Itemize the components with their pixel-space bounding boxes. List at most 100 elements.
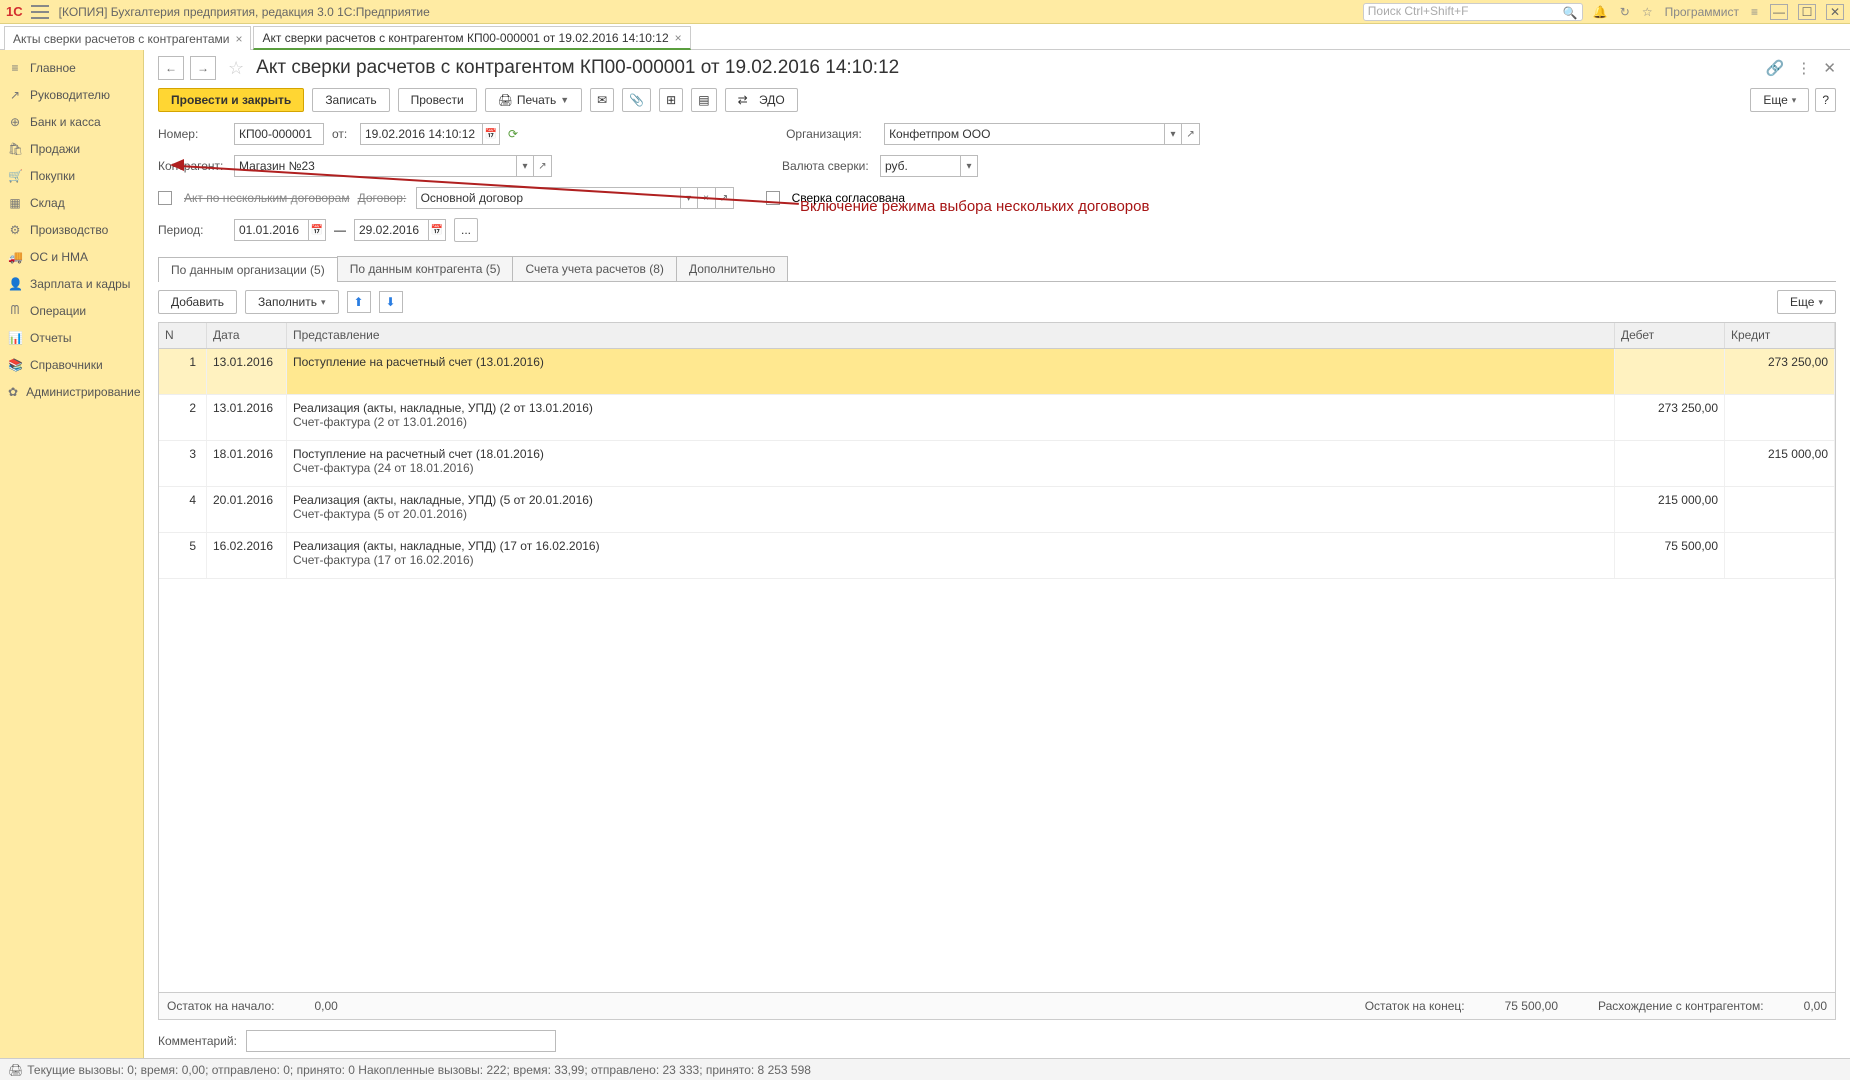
sidebar-item-3[interactable]: 🛍Продажи bbox=[0, 135, 143, 162]
table-row[interactable]: 113.01.2016Поступление на расчетный счет… bbox=[159, 349, 1835, 395]
sidebar-item-0[interactable]: ≡Главное bbox=[0, 54, 143, 81]
period-to-input[interactable] bbox=[354, 219, 428, 241]
add-row-button[interactable]: Добавить bbox=[158, 290, 237, 314]
table-row[interactable]: 318.01.2016Поступление на расчетный счет… bbox=[159, 441, 1835, 487]
post-and-close-button[interactable]: Провести и закрыть bbox=[158, 88, 304, 112]
currency-input[interactable] bbox=[880, 155, 960, 177]
period-to-field[interactable]: 📅 bbox=[354, 219, 446, 241]
print-button[interactable]: 🖨Печать▼ bbox=[485, 88, 582, 112]
counterparty-input[interactable] bbox=[234, 155, 516, 177]
attach-button[interactable]: 📎 bbox=[622, 88, 651, 112]
maximize-button[interactable]: ☐ bbox=[1798, 4, 1816, 20]
subtab-additional[interactable]: Дополнительно bbox=[676, 256, 788, 281]
number-input[interactable] bbox=[234, 123, 324, 145]
move-down-button[interactable]: ⬇ bbox=[379, 291, 403, 313]
multi-contract-checkbox[interactable] bbox=[158, 191, 172, 205]
period-from-input[interactable] bbox=[234, 219, 308, 241]
subtab-org-data[interactable]: По данным организации (5) bbox=[158, 257, 338, 282]
refresh-icon[interactable]: ⟳ bbox=[508, 127, 518, 141]
edo-label: ЭДО bbox=[759, 93, 785, 107]
cell-date: 13.01.2016 bbox=[207, 395, 287, 440]
chevron-down-icon[interactable]: ▾ bbox=[960, 155, 978, 177]
history-icon[interactable]: ↻ bbox=[1620, 5, 1630, 19]
currency-combo[interactable]: ▾ bbox=[880, 155, 978, 177]
org-input[interactable] bbox=[884, 123, 1164, 145]
kebab-icon[interactable]: ⋮ bbox=[1796, 59, 1811, 77]
paperclip-icon: 📎 bbox=[629, 93, 644, 107]
close-icon[interactable]: × bbox=[675, 31, 682, 45]
balance-start-label: Остаток на начало: bbox=[167, 999, 274, 1013]
forward-button[interactable]: → bbox=[190, 56, 216, 80]
sidebar-icon: ✿ bbox=[8, 385, 18, 399]
search-placeholder: Поиск Ctrl+Shift+F bbox=[1368, 4, 1469, 18]
subtab-accounts[interactable]: Счета учета расчетов (8) bbox=[512, 256, 676, 281]
subtab-counterparty-data[interactable]: По данным контрагента (5) bbox=[337, 256, 514, 281]
star-icon[interactable]: ☆ bbox=[1642, 5, 1653, 19]
sidebar-item-9[interactable]: ᗰОперации bbox=[0, 297, 143, 324]
write-button[interactable]: Записать bbox=[312, 88, 389, 112]
period-from-field[interactable]: 📅 bbox=[234, 219, 326, 241]
counterparty-combo[interactable]: ▾ ↗ bbox=[234, 155, 552, 177]
user-label[interactable]: Программист bbox=[1665, 5, 1739, 19]
report-button[interactable]: ▤ bbox=[691, 88, 716, 112]
global-search-input[interactable]: Поиск Ctrl+Shift+F 🔍 bbox=[1363, 3, 1583, 21]
sidebar-item-12[interactable]: ✿Администрирование bbox=[0, 378, 143, 405]
cell-credit bbox=[1725, 395, 1835, 440]
more-button[interactable]: Еще▾ bbox=[1750, 88, 1809, 112]
sidebar-item-10[interactable]: 📊Отчеты bbox=[0, 324, 143, 351]
sidebar-item-5[interactable]: ▦Склад bbox=[0, 189, 143, 216]
table-more-button[interactable]: Еще▾ bbox=[1777, 290, 1836, 314]
edo-button[interactable]: ⇄ ЭДО bbox=[725, 88, 798, 112]
cell-debit: 215 000,00 bbox=[1615, 487, 1725, 532]
envelope-button[interactable]: ✉ bbox=[590, 88, 614, 112]
tab-document[interactable]: Акт сверки расчетов с контрагентом КП00-… bbox=[253, 26, 690, 50]
status-printer-icon[interactable]: 🖨 bbox=[8, 1063, 23, 1077]
chevron-down-icon[interactable]: ▾ bbox=[516, 155, 534, 177]
sidebar-icon: 📚 bbox=[8, 358, 22, 372]
back-button[interactable]: ← bbox=[158, 56, 184, 80]
comment-label: Комментарий: bbox=[158, 1034, 238, 1048]
org-combo[interactable]: ▾ ↗ bbox=[884, 123, 1200, 145]
sidebar-item-11[interactable]: 📚Справочники bbox=[0, 351, 143, 378]
table-row[interactable]: 516.02.2016Реализация (акты, накладные, … bbox=[159, 533, 1835, 579]
favorite-star-icon[interactable]: ☆ bbox=[228, 58, 244, 79]
table-row[interactable]: 420.01.2016Реализация (акты, накладные, … bbox=[159, 487, 1835, 533]
chevron-down-icon[interactable]: ▾ bbox=[1164, 123, 1182, 145]
calendar-icon[interactable]: 📅 bbox=[428, 219, 446, 241]
link-icon[interactable]: 🔗 bbox=[1766, 59, 1785, 77]
sidebar-item-6[interactable]: ⚙Производство bbox=[0, 216, 143, 243]
close-document-button[interactable]: ✕ bbox=[1823, 59, 1836, 77]
balance-start-value: 0,00 bbox=[314, 999, 337, 1013]
move-up-button[interactable]: ⬆ bbox=[347, 291, 371, 313]
calendar-icon[interactable]: 📅 bbox=[308, 219, 326, 241]
cell-n: 5 bbox=[159, 533, 207, 578]
sidebar-item-1[interactable]: ↗Руководителю bbox=[0, 81, 143, 108]
date-field[interactable]: 📅 bbox=[360, 123, 500, 145]
close-window-button[interactable]: ✕ bbox=[1826, 4, 1844, 20]
open-icon[interactable]: ↗ bbox=[534, 155, 552, 177]
fill-button[interactable]: Заполнить▾ bbox=[245, 290, 338, 314]
sidebar-item-2[interactable]: ⊕Банк и касса bbox=[0, 108, 143, 135]
structure-button[interactable]: ⊞ bbox=[659, 88, 683, 112]
cell-debit bbox=[1615, 349, 1725, 394]
contract-input[interactable] bbox=[416, 187, 680, 209]
hamburger-icon[interactable] bbox=[31, 5, 49, 19]
table-row[interactable]: 213.01.2016Реализация (акты, накладные, … bbox=[159, 395, 1835, 441]
sidebar-item-7[interactable]: 🚚ОС и НМА bbox=[0, 243, 143, 270]
close-icon[interactable]: × bbox=[235, 32, 242, 46]
sidebar-item-4[interactable]: 🛒Покупки bbox=[0, 162, 143, 189]
tab-list[interactable]: Акты сверки расчетов с контрагентами× bbox=[4, 26, 251, 50]
sidebar-item-label: Главное bbox=[30, 61, 76, 75]
settings-icon[interactable]: ≡ bbox=[1751, 5, 1758, 19]
date-input[interactable] bbox=[360, 123, 482, 145]
help-button[interactable]: ? bbox=[1815, 88, 1836, 112]
sidebar-item-8[interactable]: 👤Зарплата и кадры bbox=[0, 270, 143, 297]
status-bar: 🖨 Текущие вызовы: 0; время: 0,00; отправ… bbox=[0, 1058, 1850, 1080]
minimize-button[interactable]: — bbox=[1770, 4, 1788, 20]
period-select-button[interactable]: ... bbox=[454, 218, 478, 242]
comment-input[interactable] bbox=[246, 1030, 556, 1052]
bell-icon[interactable]: 🔔 bbox=[1593, 5, 1608, 19]
calendar-icon[interactable]: 📅 bbox=[482, 123, 500, 145]
post-button[interactable]: Провести bbox=[398, 88, 477, 112]
open-icon[interactable]: ↗ bbox=[1182, 123, 1200, 145]
